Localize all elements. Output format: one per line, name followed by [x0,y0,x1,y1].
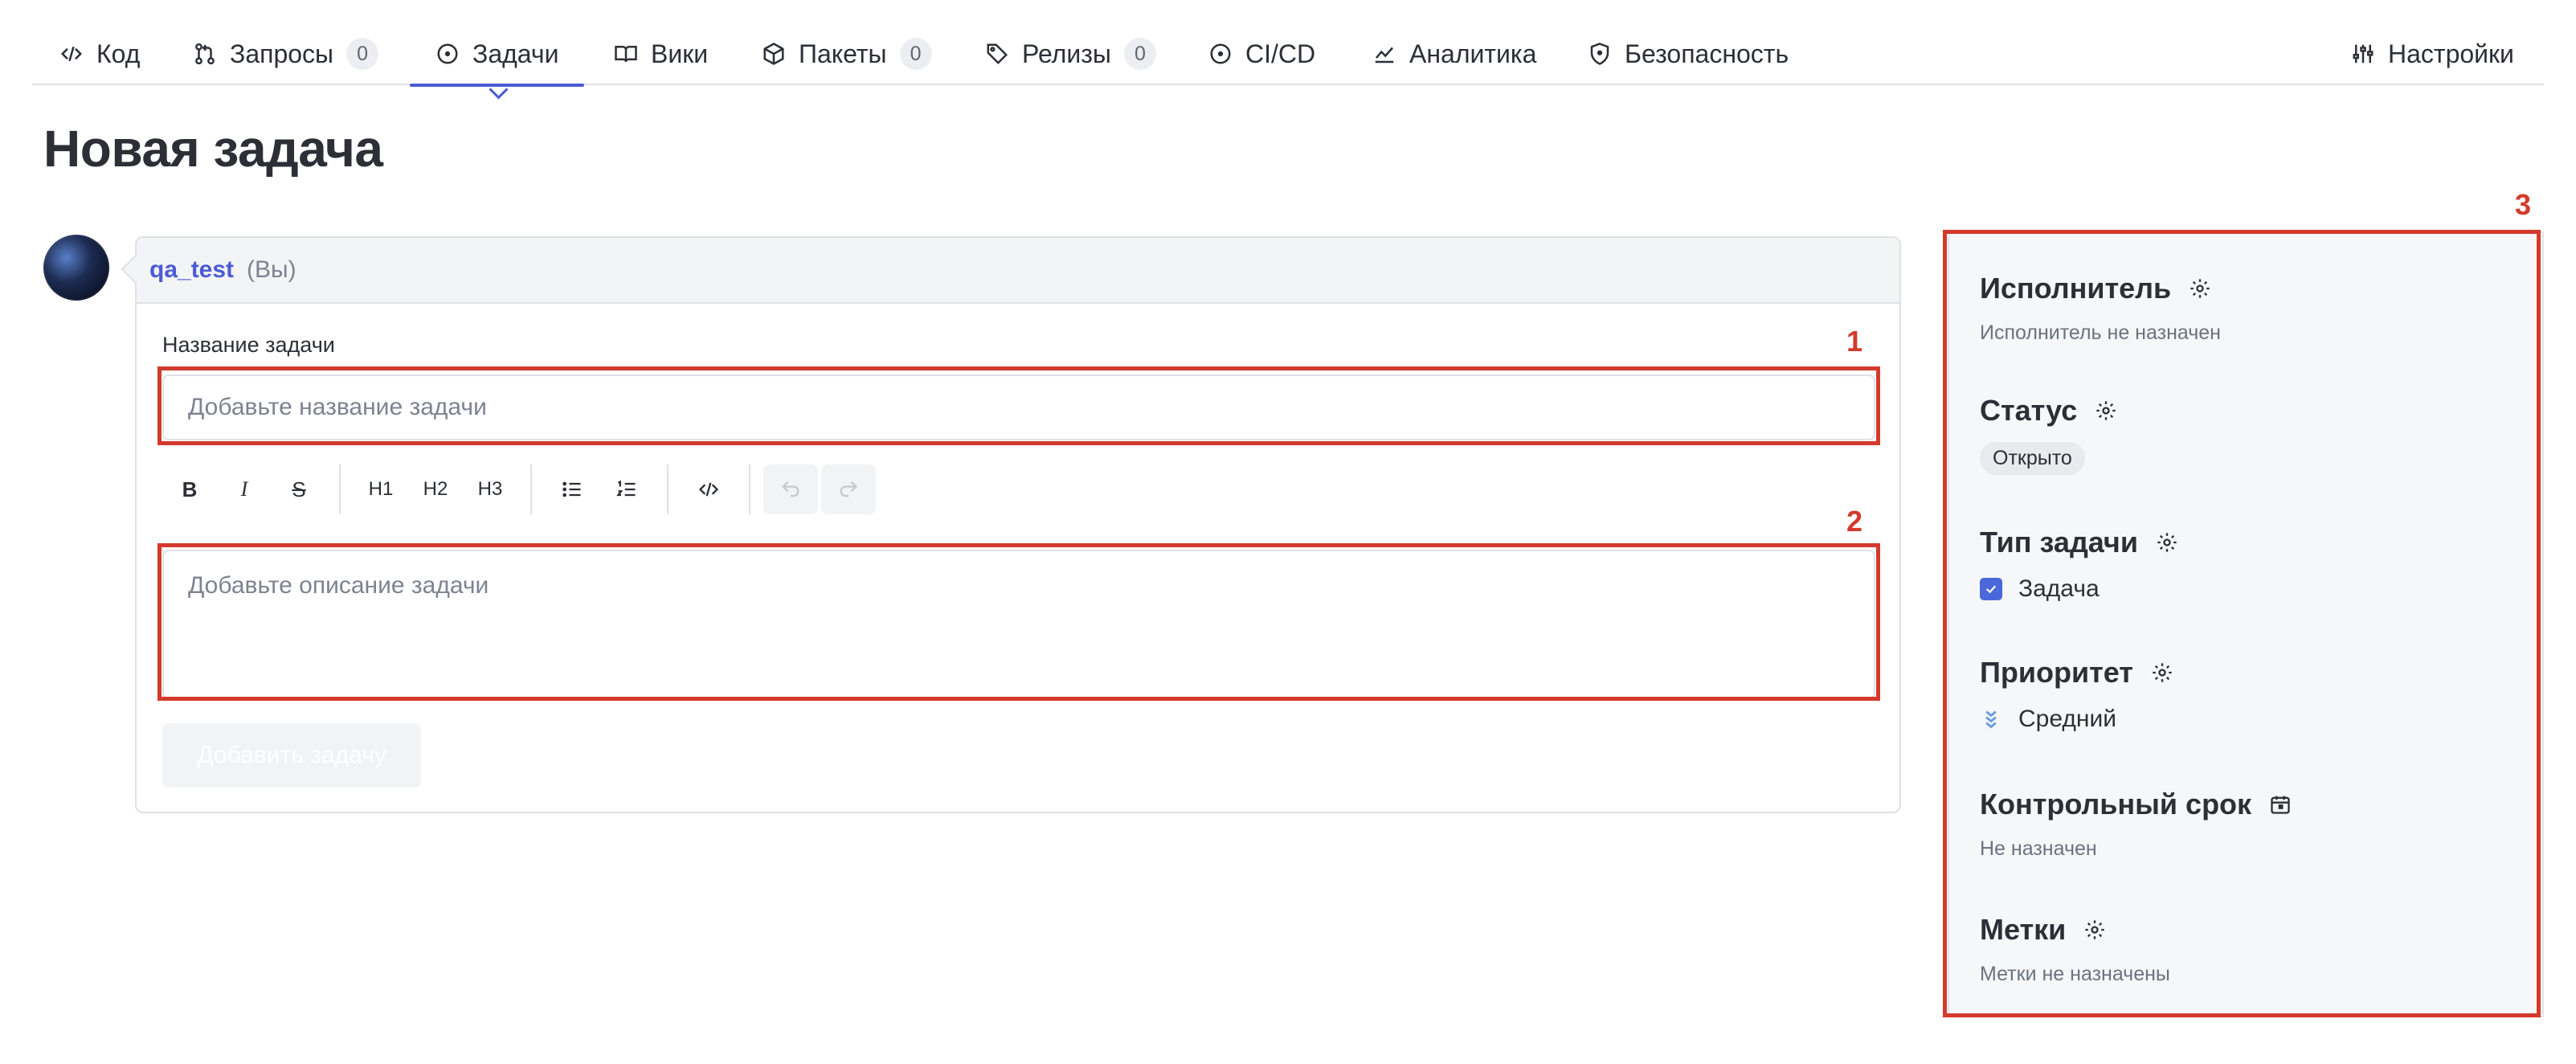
toolbar-divider [749,464,750,514]
tab-security[interactable]: Безопасность [1588,23,1789,85]
task-type-icon [1980,578,2002,600]
author-suffix: (Вы) [247,256,296,283]
tab-label: Запросы [230,39,334,68]
tab-releases[interactable]: Релизы 0 [985,23,1156,85]
package-icon [763,43,784,65]
redo-icon [840,481,857,497]
type-section: Тип задачи Задача [1980,526,2178,603]
description-input[interactable] [162,550,1875,699]
count-badge: 0 [899,38,932,70]
editor-toolbar: B I S H1 H2 H3 [162,463,879,516]
add-issue-button[interactable]: Добавить задачу [162,723,421,788]
redo-button[interactable] [821,464,876,514]
gear-icon[interactable] [2189,277,2211,300]
gear-icon[interactable] [2095,399,2117,422]
tab-label: Релизы [1022,39,1111,68]
due-date-value: Не назначен [1980,837,2097,860]
status-title: Статус [1980,394,2078,427]
tab-packages[interactable]: Пакеты 0 [762,23,932,85]
author-link[interactable]: qa_test [149,256,234,284]
count-badge: 0 [346,38,379,70]
tag-icon [987,43,1008,65]
labels-section: Метки Метки не назначены [1980,913,2170,986]
new-issue-form: qa_test (Вы) Название задачи B I S H1 H2… [135,236,1901,813]
count-badge: 0 [1123,38,1156,70]
tab-label: Задачи [472,39,559,68]
heading3-button[interactable]: H3 [463,464,517,514]
pull-request-icon [195,43,215,65]
tab-code[interactable]: Код [59,23,140,85]
strikethrough-button[interactable]: S [272,464,326,514]
tab-label: Аналитика [1409,39,1537,68]
issue-sidebar: Исполнитель Исполнитель не назначен Стат… [1948,231,2544,1017]
type-value: Задача [2018,575,2100,602]
type-title: Тип задачи [1980,526,2138,559]
avatar[interactable] [43,235,109,301]
undo-button[interactable] [763,464,818,514]
priority-value: Средний [2018,706,2116,732]
priority-medium-icon [1985,710,1997,729]
calendar-icon[interactable] [2269,793,2292,816]
sliders-icon [2353,44,2374,63]
book-icon [615,46,637,63]
tab-label: Безопасность [1625,39,1789,68]
comment-header: qa_test (Вы) [137,238,1899,304]
shield-icon [1590,43,1609,65]
gear-icon[interactable] [2083,919,2106,941]
tab-label: Код [96,39,141,68]
annotation-label-1: 1 [1846,325,1863,358]
heading2-button[interactable]: H2 [408,464,463,514]
chart-icon [1375,47,1394,63]
tab-label: Вики [651,39,709,68]
issue-icon [437,43,458,64]
gear-icon[interactable] [2151,661,2173,684]
ordered-list-icon [616,480,636,497]
tab-wiki[interactable]: Вики [614,23,708,85]
title-input[interactable] [162,374,1875,440]
bullet-list-button[interactable] [545,464,599,514]
repo-tabs: Код Запросы 0 Задачи Вики Пакеты 0 Релиз… [32,23,2544,87]
status-badge: Открыто [1980,442,2085,475]
status-section: Статус Открыто [1980,394,2117,475]
italic-button[interactable]: I [217,464,272,514]
gear-icon[interactable] [2156,531,2178,554]
tab-label: CI/CD [1245,39,1316,68]
tab-label: Пакеты [799,39,887,68]
priority-section: Приоритет Средний [1980,656,2173,733]
tab-cicd[interactable]: CI/CD [1208,23,1315,85]
toolbar-divider [530,464,532,514]
tab-issues[interactable]: Задачи [409,23,585,87]
undo-icon [782,481,799,497]
annotation-label-3: 3 [2515,188,2532,221]
priority-title: Приоритет [1980,656,2133,689]
ordered-list-button[interactable] [599,464,654,514]
tab-settings[interactable]: Настройки [2351,23,2514,85]
play-circle-icon [1210,43,1231,64]
toolbar-divider [667,464,669,514]
heading1-button[interactable]: H1 [354,464,408,514]
annotation-label-2: 2 [1846,505,1863,538]
bullet-list-icon [562,481,581,497]
due-date-title: Контрольный срок [1980,788,2252,821]
tab-analytics[interactable]: Аналитика [1372,23,1536,85]
code-block-button[interactable] [681,464,736,514]
assignee-title: Исполнитель [1980,272,2172,305]
due-date-section: Контрольный срок Не назначен [1980,788,2292,861]
tab-label: Настройки [2388,39,2514,68]
page-title: Новая задача [43,120,383,178]
bold-button[interactable]: B [162,464,217,514]
title-label: Название задачи [162,333,335,357]
assignee-section: Исполнитель Исполнитель не назначен [1980,272,2221,345]
labels-value: Метки не назначены [1980,963,2170,985]
code-icon [698,482,719,497]
code-icon [60,46,83,62]
tab-requests[interactable]: Запросы 0 [193,23,379,85]
toolbar-divider [339,464,341,514]
assignee-value: Исполнитель не назначен [1980,321,2221,344]
labels-title: Метки [1980,913,2067,946]
